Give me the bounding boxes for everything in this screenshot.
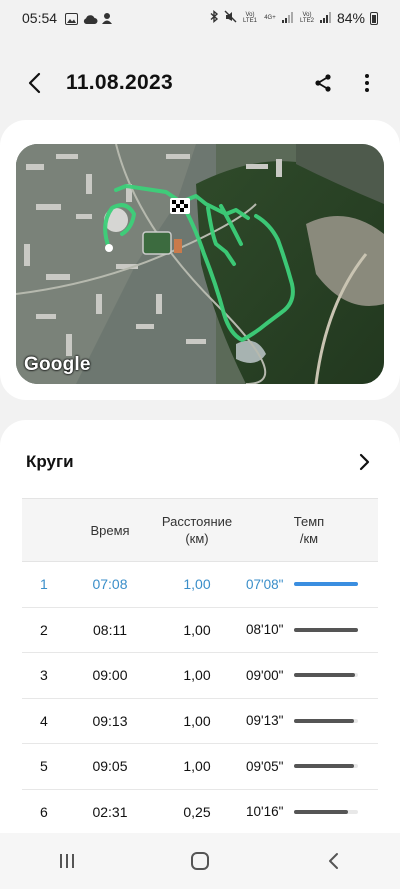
pace-bar-fill [294, 582, 358, 587]
more-vertical-icon [365, 74, 369, 92]
lap-number: 3 [40, 667, 48, 684]
lap-time: 02:31 [92, 803, 128, 820]
map-card: Google [0, 120, 400, 400]
battery-text: 84% [336, 10, 365, 26]
laps-card: Круги Время Расстояние (км) Темп /км 1 07… [0, 420, 400, 850]
home-button[interactable] [180, 841, 220, 881]
laps-title: Круги [26, 452, 74, 471]
pace-value: 08'10" [246, 622, 284, 638]
table-row[interactable]: 3 09:00 1,00 09'00" [22, 653, 378, 699]
lap-time: 09:00 [92, 667, 128, 684]
lap-pace: 10'16" [240, 804, 378, 819]
table-row[interactable]: 2 08:11 1,00 08'10" [22, 608, 378, 653]
lap-pace: 08'10" [240, 622, 378, 637]
laps-header[interactable]: Круги [0, 420, 400, 504]
system-back-button[interactable] [313, 841, 353, 881]
pace-bar [294, 809, 358, 814]
pace-value: 09'05" [246, 758, 284, 774]
sim1-label: Vo) LTE1 [243, 12, 257, 24]
lap-pace: 07'08" [240, 577, 378, 592]
lap-number: 5 [40, 758, 48, 775]
signal-icon [281, 10, 294, 26]
table-row[interactable]: 5 09:05 1,00 09'05" [22, 744, 378, 790]
lap-number: 1 [40, 576, 48, 593]
mute-icon [224, 10, 237, 26]
lap-distance: 1,00 [183, 712, 211, 729]
pace-value: 09'13" [246, 713, 284, 729]
lap-number: 6 [40, 803, 48, 820]
column-distance: Расстояние (км) [161, 514, 233, 546]
battery-icon [370, 11, 378, 25]
more-options-button[interactable] [354, 70, 380, 96]
bluetooth-icon [210, 10, 219, 26]
pace-bar [294, 627, 358, 632]
pace-value: 07'08" [246, 576, 284, 592]
recent-apps-button[interactable] [47, 841, 87, 881]
table-row[interactable]: 4 09:13 1,00 09'13" [22, 699, 378, 744]
pace-bar-fill [294, 764, 355, 769]
pace-bar-fill [294, 673, 355, 678]
lap-pace: 09'13" [240, 713, 378, 728]
table-row[interactable]: 6 02:31 0,25 10'16" [22, 790, 378, 835]
lap-distance: 0,25 [183, 803, 211, 820]
lap-pace: 09'00" [240, 668, 378, 683]
column-pace: Темп /км [293, 514, 325, 546]
lap-time: 09:13 [92, 712, 128, 729]
lap-distance: 1,00 [183, 758, 211, 775]
laps-table: Время Расстояние (км) Темп /км 1 07:08 1,0… [22, 498, 378, 835]
status-bar: 05:54 Vo) LTE1 4G+ Vo) LTE2 84% [0, 0, 400, 36]
signal-2-icon [319, 10, 332, 26]
pace-bar [294, 673, 358, 678]
table-row[interactable]: 1 07:08 1,00 07'08" [22, 562, 378, 608]
chevron-right-icon [359, 453, 370, 471]
back-button[interactable] [20, 68, 50, 98]
pace-bar [294, 718, 358, 723]
navigation-bar [0, 833, 400, 889]
recent-apps-icon [59, 854, 74, 868]
pace-value: 10'16" [246, 804, 284, 820]
status-time: 05:54 [22, 10, 58, 26]
route-map[interactable]: Google [16, 144, 384, 384]
sim2-label: Vo) LTE2 [300, 12, 314, 24]
table-header: Время Расстояние (км) Темп /км [22, 498, 378, 562]
network-type: 4G+ [264, 15, 276, 21]
pace-bar [294, 764, 358, 769]
pace-bar [294, 582, 358, 587]
share-button[interactable] [310, 70, 336, 96]
lap-distance: 1,00 [183, 667, 211, 684]
gallery-notification-icon [65, 12, 79, 25]
back-arrow-icon [28, 72, 41, 94]
pace-bar-fill [294, 809, 348, 814]
lap-time: 09:05 [92, 758, 128, 775]
lap-pace: 09'05" [240, 759, 378, 774]
cloud-upload-icon [83, 12, 98, 25]
home-icon [190, 852, 209, 870]
satellite-map [16, 144, 384, 384]
pace-bar-fill [294, 627, 358, 632]
lap-distance: 1,00 [183, 576, 211, 593]
lap-number: 2 [40, 621, 48, 638]
back-icon [329, 853, 339, 869]
app-bar: 11.08.2023 [0, 50, 400, 116]
google-attribution: Google [24, 354, 91, 375]
pace-bar-fill [294, 718, 355, 723]
pace-value: 09'00" [246, 667, 284, 683]
app-notification-icon [101, 12, 115, 24]
lap-time: 07:08 [92, 576, 128, 593]
lap-number: 4 [40, 712, 48, 729]
share-icon [315, 74, 331, 92]
page-title: 11.08.2023 [66, 71, 173, 94]
lap-distance: 1,00 [183, 621, 211, 638]
column-time: Время [90, 522, 130, 538]
lap-time: 08:11 [93, 621, 127, 638]
